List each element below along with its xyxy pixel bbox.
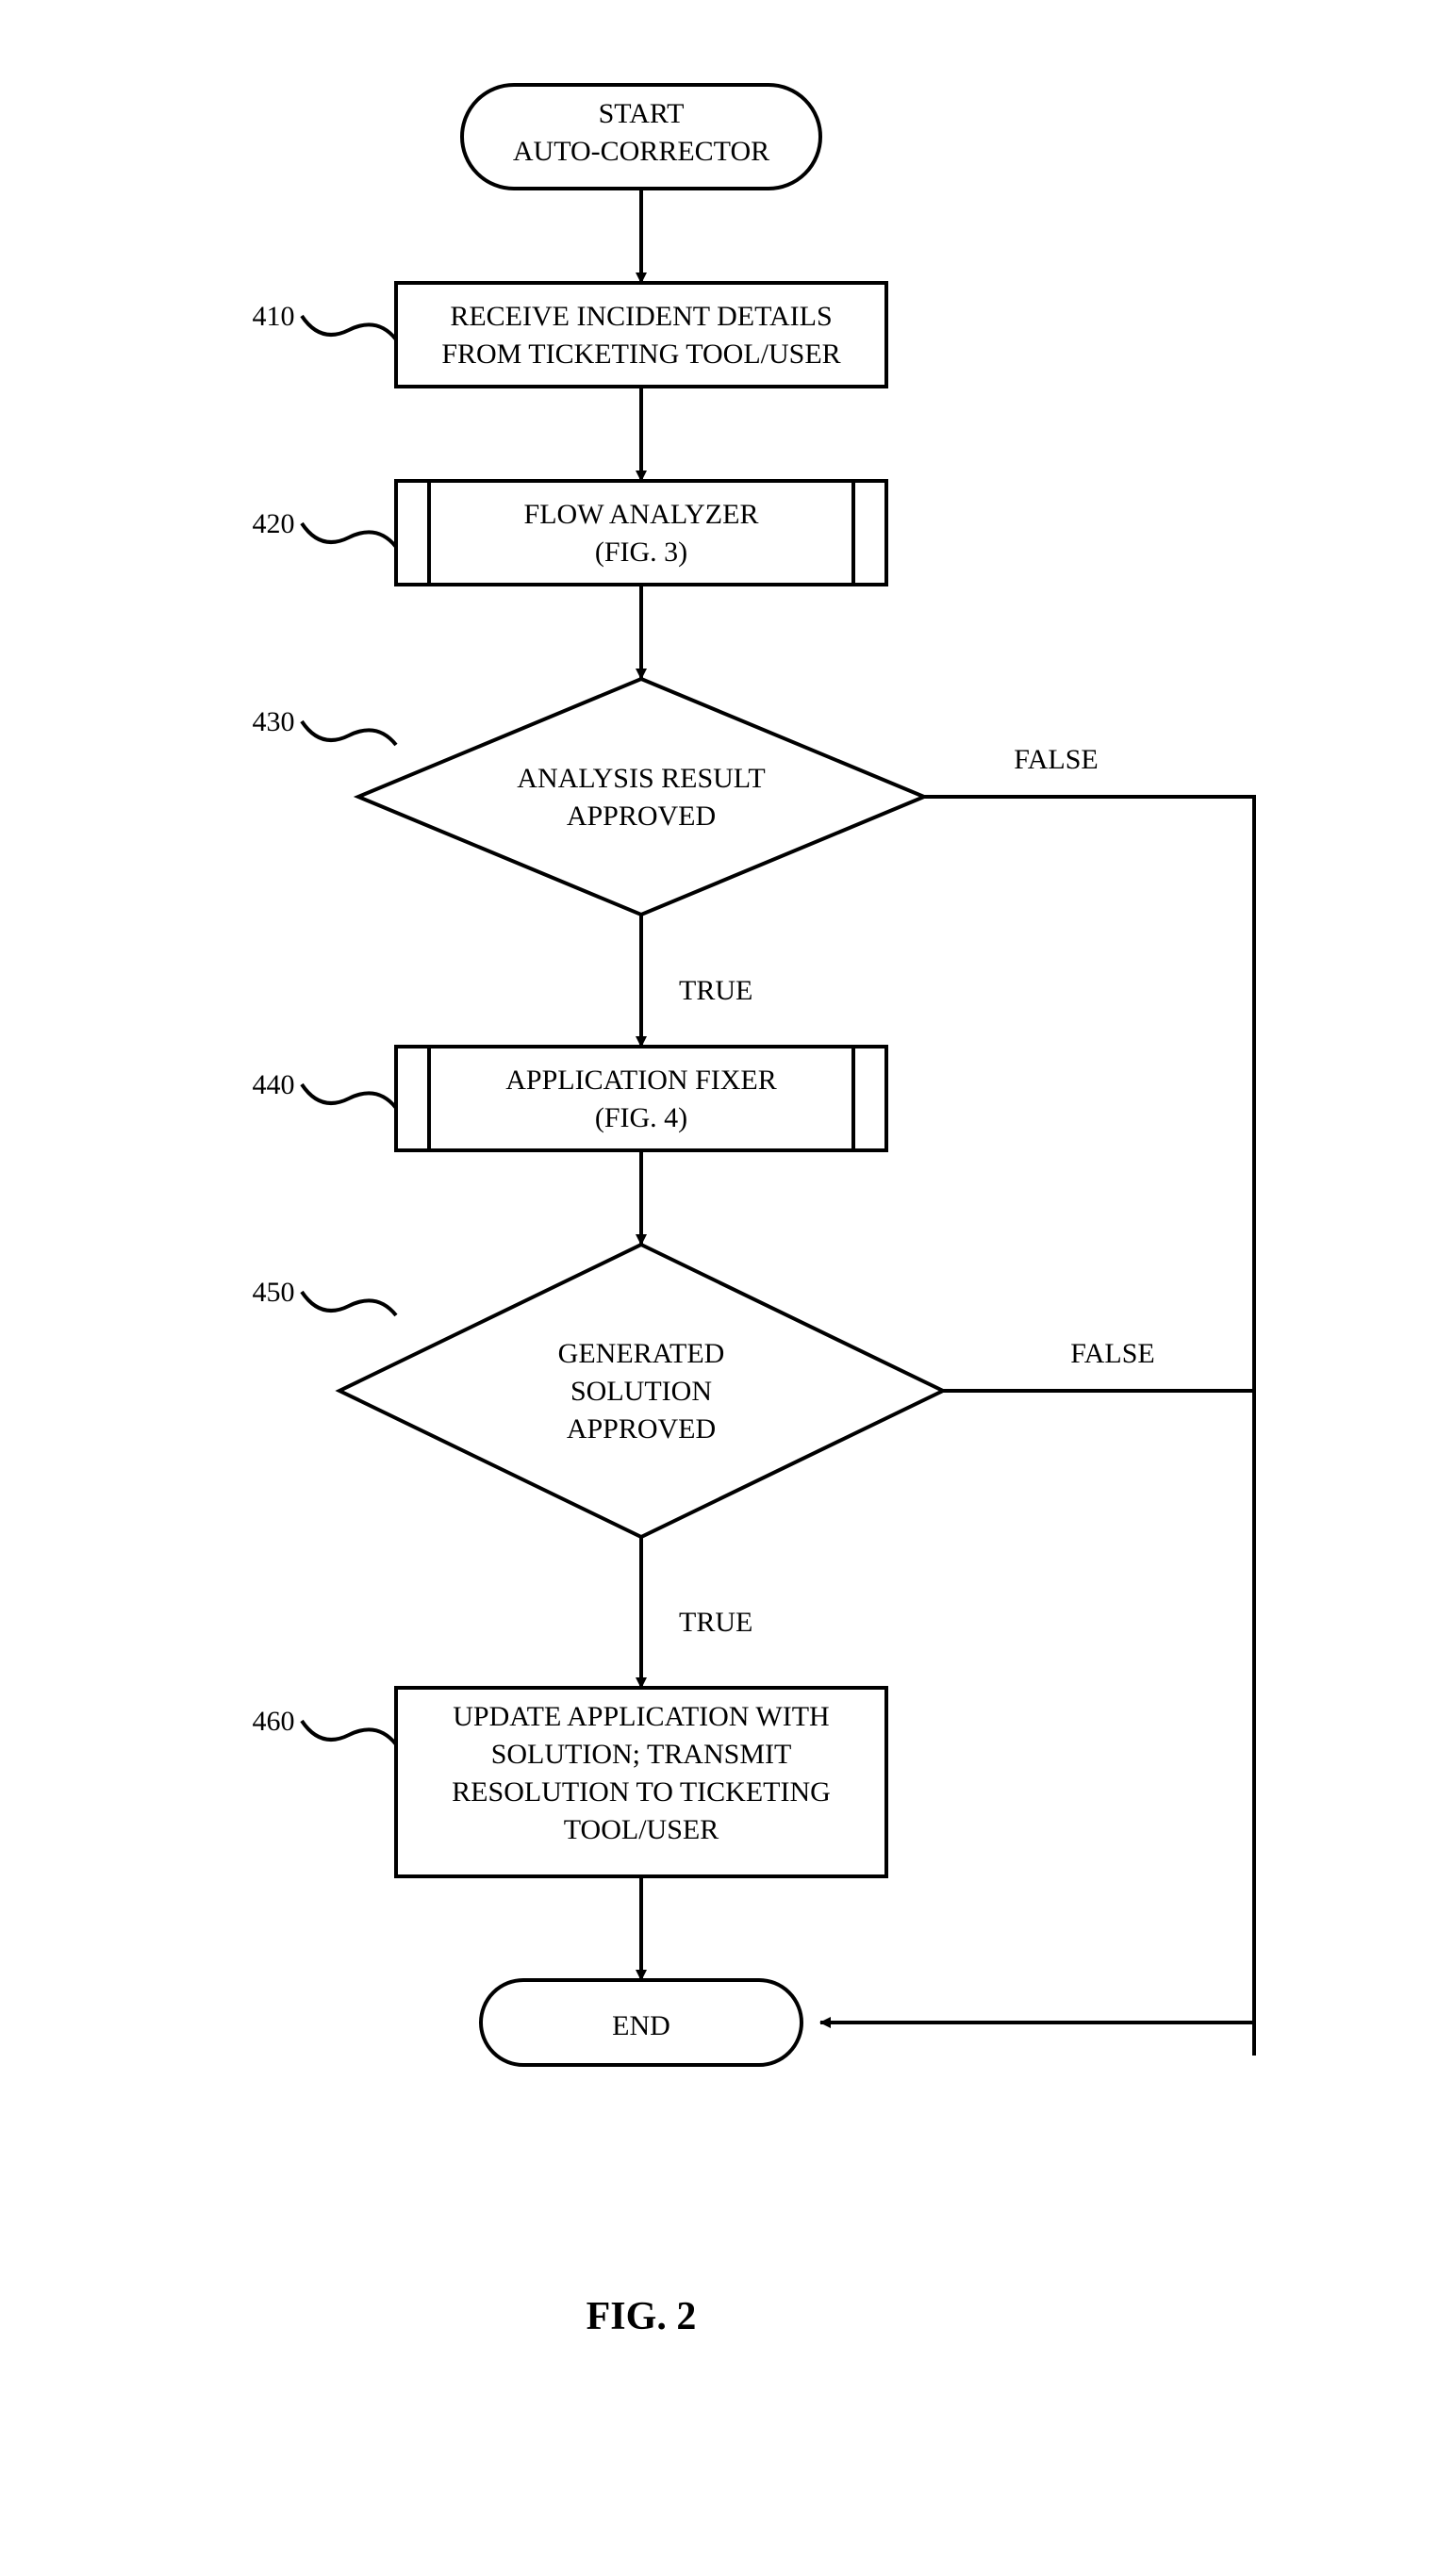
ref-450: 450 <box>253 1277 295 1308</box>
ref-460: 460 <box>253 1706 295 1737</box>
n450-line1: GENERATED <box>558 1338 725 1369</box>
n430-line1: ANALYSIS RESULT <box>517 763 765 794</box>
n440-line1: APPLICATION FIXER <box>505 1065 777 1096</box>
leader-icon <box>302 721 396 745</box>
leader-icon <box>302 1721 396 1744</box>
n420-line2: (FIG. 3) <box>595 537 687 568</box>
node-420: FLOW ANALYZER (FIG. 3) <box>396 481 886 585</box>
ref-440: 440 <box>253 1069 295 1100</box>
false-branch-430 <box>924 797 1254 2056</box>
ref-430: 430 <box>253 706 295 737</box>
end-label: END <box>612 2010 670 2041</box>
end-node: END <box>481 1980 802 2065</box>
start-line1: START <box>599 98 685 129</box>
n440-line2: (FIG. 4) <box>595 1102 687 1133</box>
n450-false: FALSE <box>1070 1338 1154 1369</box>
n410-line2: FROM TICKETING TOOL/USER <box>441 339 840 370</box>
n410-line1: RECEIVE INCIDENT DETAILS <box>450 301 832 332</box>
start-line2: AUTO-CORRECTOR <box>513 136 769 167</box>
leader-icon <box>302 316 396 339</box>
flowchart: START AUTO-CORRECTOR RECEIVE INCIDENT DE… <box>0 0 1438 2576</box>
ref-410: 410 <box>253 301 295 332</box>
leader-icon <box>302 1292 396 1315</box>
node-410: RECEIVE INCIDENT DETAILS FROM TICKETING … <box>396 283 886 387</box>
n450-line3: APPROVED <box>567 1413 716 1445</box>
n430-true: TRUE <box>679 975 752 1006</box>
n420-line1: FLOW ANALYZER <box>524 499 759 530</box>
n460-line1: UPDATE APPLICATION WITH <box>453 1701 829 1732</box>
leader-icon <box>302 523 396 547</box>
node-460: UPDATE APPLICATION WITH SOLUTION; TRANSM… <box>396 1688 886 1876</box>
n460-line3: RESOLUTION TO TICKETING <box>452 1776 831 1808</box>
n460-line4: TOOL/USER <box>564 1814 719 1845</box>
n460-line2: SOLUTION; TRANSMIT <box>491 1739 792 1770</box>
figure-label: FIG. 2 <box>587 2295 697 2338</box>
n430-false: FALSE <box>1014 744 1098 775</box>
n450-true: TRUE <box>679 1607 752 1638</box>
start-node: START AUTO-CORRECTOR <box>462 85 820 189</box>
n430-line2: APPROVED <box>567 801 716 832</box>
leader-icon <box>302 1084 396 1108</box>
n450-line2: SOLUTION <box>570 1376 712 1407</box>
node-430: ANALYSIS RESULT APPROVED <box>358 679 924 915</box>
node-440: APPLICATION FIXER (FIG. 4) <box>396 1047 886 1150</box>
node-450: GENERATED SOLUTION APPROVED <box>339 1245 943 1537</box>
ref-420: 420 <box>253 508 295 539</box>
